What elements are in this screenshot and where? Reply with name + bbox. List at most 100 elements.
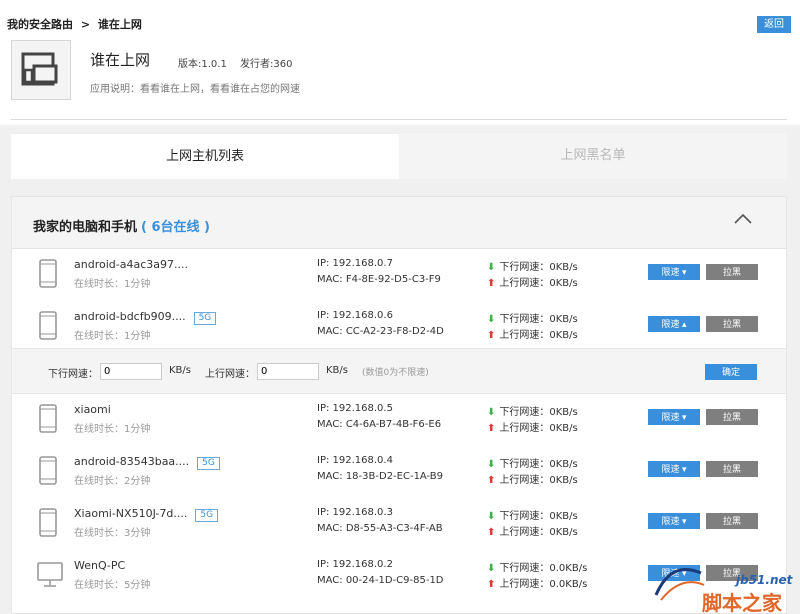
limit-hint: (数值0为不限速): [362, 368, 429, 378]
device-name: WenQ-PC: [74, 559, 125, 572]
chevron-up-icon[interactable]: [732, 211, 754, 227]
arrow-down-icon: ⬇: [487, 563, 496, 574]
download-speed-text: 下行网速：0.0KB/s: [499, 563, 588, 574]
group-header[interactable]: 我家的电脑和手机( 6台在线 ): [12, 197, 786, 249]
online-duration: 在线时长：1分钟: [74, 331, 151, 342]
device-ip: IP: 192.168.0.3: [317, 507, 393, 518]
tab-bar: 上网主机列表 上网黑名单: [11, 133, 787, 179]
upload-speed-text: 上行网速：0KB/s: [499, 278, 578, 289]
arrow-up-icon: ⬆: [487, 278, 496, 289]
phone-icon: [39, 311, 57, 340]
computer-icon: [37, 562, 63, 587]
limit-speed-button[interactable]: 限速 ▴: [648, 316, 700, 332]
arrow-up-icon: ⬆: [487, 579, 496, 590]
arrow-down-icon: ⬇: [487, 262, 496, 273]
breadcrumb-root[interactable]: 我的安全路由: [7, 18, 73, 31]
device-ip: IP: 192.168.0.7: [317, 258, 393, 269]
block-button[interactable]: 拉黑: [706, 409, 758, 425]
down-limit-unit: KB/s: [169, 365, 191, 376]
block-button[interactable]: 拉黑: [706, 264, 758, 280]
device-ip: IP: 192.168.0.5: [317, 403, 393, 414]
arrow-up-icon: ⬆: [487, 423, 496, 434]
device-ip: IP: 192.168.0.2: [317, 559, 393, 570]
band-badge: 5G: [193, 312, 217, 325]
arrow-up-icon: ⬆: [487, 330, 496, 341]
device-name-text: android-83543baa....: [74, 455, 190, 468]
upload-speed: ⬆ 上行网速：0KB/s: [487, 274, 578, 289]
download-speed-text: 下行网速：0KB/s: [499, 314, 578, 325]
download-speed-text: 下行网速：0KB/s: [499, 511, 578, 522]
up-limit-input[interactable]: [257, 363, 319, 380]
device-mac: MAC: 18-3B-D2-EC-1A-B9: [317, 471, 444, 482]
limit-speed-button[interactable]: 限速 ▾: [648, 513, 700, 529]
online-duration: 在线时长：5分钟: [74, 580, 151, 591]
app-title: 谁在上网: [90, 51, 151, 69]
watermark-site: jb51.net: [736, 573, 793, 587]
arrow-down-icon: ⬇: [487, 407, 496, 418]
download-speed-text: 下行网速：0KB/s: [499, 407, 578, 418]
upload-speed: ⬆ 上行网速：0.0KB/s: [487, 575, 587, 590]
upload-speed: ⬆ 上行网速：0KB/s: [487, 419, 578, 434]
tab-blacklist[interactable]: 上网黑名单: [399, 133, 787, 179]
header-divider: [11, 119, 787, 120]
group-title: 我家的电脑和手机( 6台在线 ): [33, 216, 210, 235]
block-button[interactable]: 拉黑: [706, 461, 758, 477]
device-ip: IP: 192.168.0.4: [317, 455, 393, 466]
upload-speed-text: 上行网速：0KB/s: [499, 475, 578, 486]
device-name-text: xiaomi: [74, 403, 111, 416]
upload-speed: ⬆ 上行网速：0KB/s: [487, 471, 578, 486]
speed-limit-panel: 下行网速： KB/s 上行网速： KB/s (数值0为不限速) 确定: [12, 348, 786, 394]
watermark-name: 脚本之家: [702, 591, 782, 614]
arrow-down-icon: ⬇: [487, 511, 496, 522]
download-speed: ⬇ 下行网速：0KB/s: [487, 403, 578, 418]
app-version: 版本:1.0.1: [178, 59, 227, 70]
upload-speed: ⬆ 上行网速：0KB/s: [487, 326, 578, 341]
online-duration: 在线时长：1分钟: [74, 424, 151, 435]
device-row: xiaomi 在线时长：1分钟 IP: 192.168.0.5 MAC: C4-6A-…: [12, 394, 786, 446]
device-group-panel: 我家的电脑和手机( 6台在线 ) android-a4ac3a97.... 在线时…: [11, 196, 787, 614]
breadcrumb-separator: >: [80, 18, 91, 31]
breadcrumb: 我的安全路由 > 谁在上网: [7, 16, 146, 32]
tab-host-list[interactable]: 上网主机列表: [11, 133, 399, 179]
confirm-button[interactable]: 确定: [705, 364, 757, 380]
device-row: Xiaomi-NX510J-7d.... 5G 在线时长：3分钟 IP: 192.16…: [12, 498, 786, 550]
app-meta: 版本:1.0.1 发行者:360: [178, 55, 302, 70]
down-limit-input[interactable]: [100, 363, 162, 380]
device-mac: MAC: 00-24-1D-C9-85-1D: [317, 575, 444, 586]
limit-speed-button[interactable]: 限速 ▾: [648, 264, 700, 280]
device-name: android-83543baa.... 5G: [74, 455, 220, 470]
breadcrumb-current: 谁在上网: [97, 18, 142, 31]
device-row: android-a4ac3a97.... 在线时长：1分钟 IP: 192.168.…: [12, 249, 786, 301]
device-name: android-bdcfb909.... 5G: [74, 310, 217, 325]
phone-icon: [39, 259, 57, 288]
download-speed: ⬇ 下行网速：0.0KB/s: [487, 559, 587, 574]
device-name: xiaomi: [74, 403, 111, 416]
download-speed-text: 下行网速：0KB/s: [499, 262, 578, 273]
download-speed-text: 下行网速：0KB/s: [499, 459, 578, 470]
device-row: android-bdcfb909.... 5G 在线时长：1分钟 IP: 192.16…: [12, 301, 786, 353]
limit-speed-button[interactable]: 限速 ▾: [648, 461, 700, 477]
block-button[interactable]: 拉黑: [706, 513, 758, 529]
back-button[interactable]: 返回: [757, 16, 791, 33]
upload-speed: ⬆ 上行网速：0KB/s: [487, 523, 578, 538]
device-name-text: WenQ-PC: [74, 559, 126, 572]
arrow-down-icon: ⬇: [487, 459, 496, 470]
online-duration: 在线时长：1分钟: [74, 279, 151, 290]
phone-icon: [39, 456, 57, 485]
online-duration: 在线时长：3分钟: [74, 528, 151, 539]
device-name-text: android-bdcfb909....: [74, 310, 186, 323]
device-ip: IP: 192.168.0.6: [317, 310, 393, 321]
block-button[interactable]: 拉黑: [706, 316, 758, 332]
band-badge: 5G: [195, 509, 219, 522]
arrow-down-icon: ⬇: [487, 314, 496, 325]
arrow-up-icon: ⬆: [487, 475, 496, 486]
devices-icon: [21, 52, 58, 86]
device-name: android-a4ac3a97....: [74, 258, 188, 271]
app-description: 应用说明：看看谁在上网，看看谁在占您的网速: [90, 84, 300, 95]
app-publisher: 发行者:360: [240, 59, 293, 70]
phone-icon: [39, 404, 57, 433]
limit-speed-button[interactable]: 限速 ▾: [648, 409, 700, 425]
band-badge: 5G: [197, 457, 220, 470]
device-name: Xiaomi-NX510J-7d.... 5G: [74, 507, 219, 522]
down-limit-label: 下行网速：: [48, 369, 98, 380]
